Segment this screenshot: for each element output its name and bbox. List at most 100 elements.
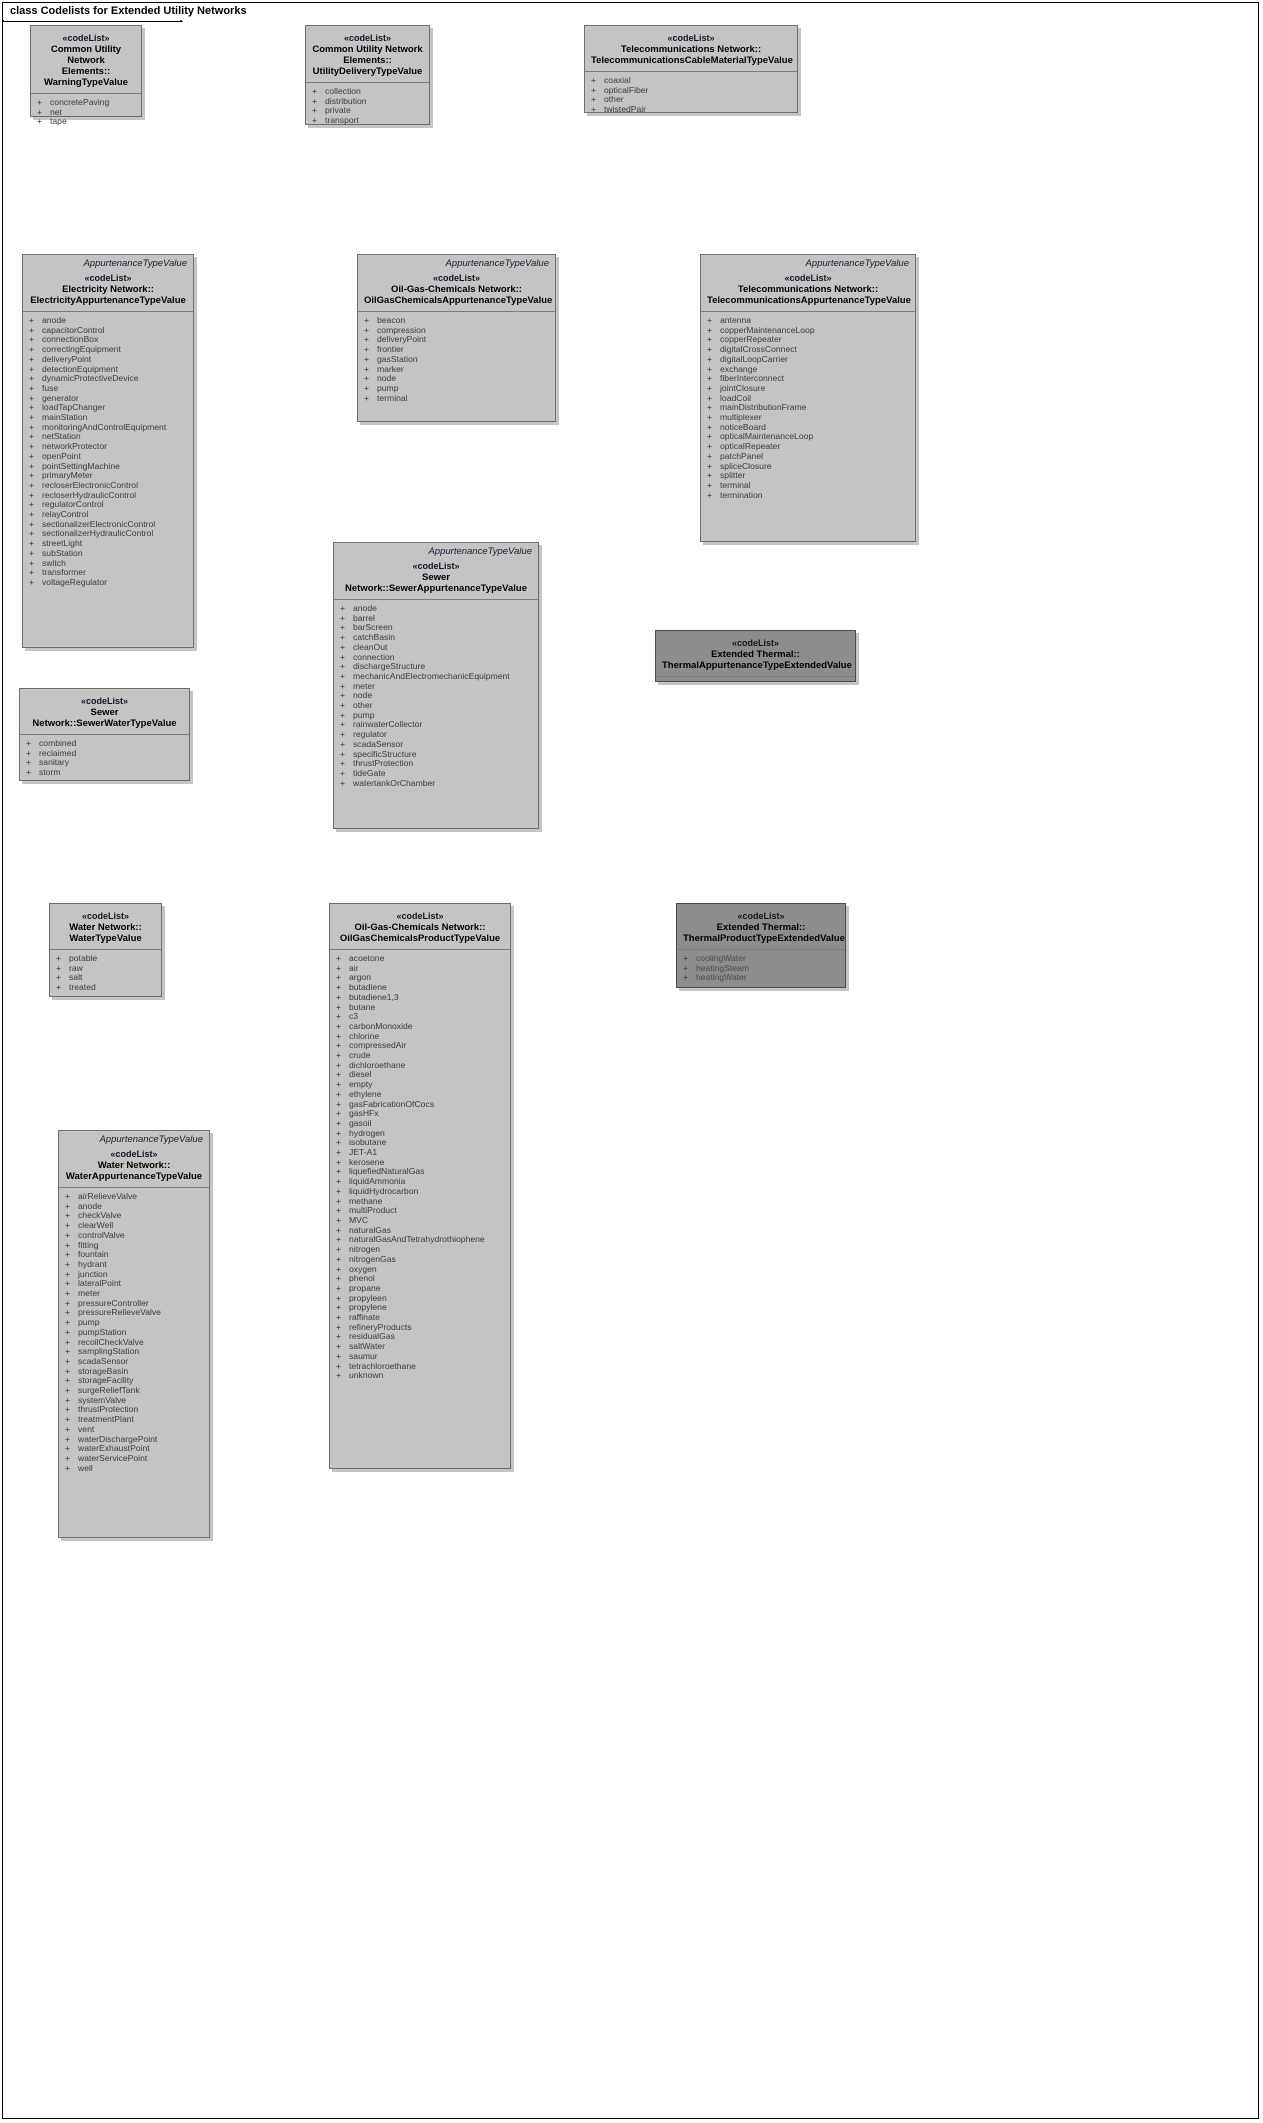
class-box-sewer-water-type-value[interactable]: «codeList» Sewer Network::SewerWaterTypeV… [19,688,190,781]
class-attribute: + twistedPair [591,104,791,115]
class-attribute: + acoetone [336,953,504,964]
diagram-title-text: class Codelists for Extended Utility Net… [10,5,247,17]
class-box-sewer-appurtenance-type-value[interactable]: AppurtenanceTypeValue «codeList» Sewer Net… [333,542,539,829]
attribute-name: unknown [349,1370,384,1381]
attribute-name: twistedPair [604,104,647,115]
class-stereotype: «codeList» [784,273,832,283]
class-box-electricity-appurtenance-type-value[interactable]: AppurtenanceTypeValue «codeList» Electrici… [22,254,194,648]
class-name-line: Extended Thermal:: [716,922,806,933]
class-name-line: TelecommunicationsAppurtenanceTypeValue [707,295,911,306]
class-attribute: + well [65,1462,203,1474]
attribute-name: voltageRegulator [42,576,107,587]
visibility-marker: + [56,982,62,993]
class-header: «codeList» Telecommunications Network:: Te… [585,26,797,71]
class-box-oilgas-appurtenance-type-value[interactable]: AppurtenanceTypeValue «codeList» Oil-Gas-C… [357,254,556,422]
attribute-name: watertankOrChamber [353,777,436,788]
uml-class-diagram: class Codelists for Extended Utility Net… [0,0,1263,2123]
attribute-name: meter [353,680,375,691]
class-header: «codeList» Sewer Network::SewerWaterTypeV… [20,689,189,734]
class-stereotype: «codeList» [412,561,460,571]
class-tag: AppurtenanceTypeValue [83,258,187,269]
class-box-water-type-value[interactable]: «codeList» Water Network:: WaterTypeValue +… [49,903,162,997]
class-name-line: Elements:: [343,55,392,66]
attribute-name: gasHFx [349,1108,379,1119]
attribute-name: treatmentPlant [78,1414,134,1425]
class-name-line: Electricity Network:: [62,284,154,295]
attribute-name: terminal [377,392,408,403]
class-attribute: + termination [707,489,909,501]
attribute-name: well [78,1462,93,1473]
class-attribute: + transport [312,115,423,126]
class-stereotype: «codeList» [432,273,481,283]
attribute-name: butane [349,1001,376,1012]
class-header: «codeList» Extended Thermal:: ThermalAppur… [656,631,855,676]
class-stereotype: «codeList» [62,33,110,43]
class-header: «codeList» Extended Thermal:: ThermalProdu… [677,904,845,949]
class-header: «codeList» Common Utility Network Elements… [31,26,141,93]
class-stereotype: «codeList» [81,911,130,921]
class-attribute-list: + airRelieveValve + anode + checkValve + clearW… [59,1188,209,1479]
attribute-name: mechanicAndElectromechanicEquipment [353,670,510,681]
class-name-line: Oil-Gas-Chemicals Network:: [354,922,486,933]
attribute-name: waterServicePoint [78,1452,148,1463]
class-name-line: ThermalProductTypeExtendedValue [683,933,845,944]
class-attribute-list: + beacon + compression + deliveryPoint + fronti… [358,312,555,409]
class-box-telecom-appurtenance-type-value[interactable]: AppurtenanceTypeValue «codeList» Telecommu… [700,254,916,542]
attribute-name: anode [353,603,377,613]
attribute-name: storm [39,767,61,778]
diagram-title: class Codelists for Extended Utility Net… [3,3,247,20]
class-name-line: Extended Thermal:: [711,649,800,660]
class-name-line: OilGasChemicalsAppurtenanceTypeValue [364,295,553,306]
class-name-line: TelecommunicationsCableMaterialTypeValue [591,55,793,66]
class-attribute: + unknown [336,1371,504,1381]
class-name-line: Telecommunications Network:: [620,44,762,55]
class-attribute: + watertankOrChamber [340,777,532,789]
class-name-line: Elements:: [61,66,111,77]
class-stereotype: «codeList» [396,911,444,921]
class-attribute-list: + anode + barrel + barScreen + catchBasin + clean… [334,600,538,794]
class-box-oilgas-product-type-value[interactable]: «codeList» Oil-Gas-Chemicals Network:: Oil… [329,903,511,1469]
attribute-name: heatingWater [696,972,747,983]
visibility-marker: + [65,1462,71,1473]
attribute-name: transport [325,115,359,126]
attribute-name: sanitary [39,757,70,768]
attribute-name: opticalFiber [604,84,649,95]
class-stereotype: «codeList» [667,33,715,43]
class-header: «codeList» Telecommunications Network:: Te… [701,269,915,311]
class-tag: AppurtenanceTypeValue [428,546,532,557]
visibility-marker: + [336,1370,342,1381]
class-box-warning-type-value[interactable]: «codeList» Common Utility Network Elements… [30,25,142,126]
class-box-thermal-product-type-extended-value[interactable]: «codeList» Extended Thermal:: ThermalProdu… [676,903,846,988]
class-name-line: ThermalAppurtenanceTypeExtendedValue [662,660,852,671]
class-tag: AppurtenanceTypeValue [445,258,549,269]
class-stereotype: «codeList» [110,1149,158,1159]
class-name-line: ElectricityAppurtenanceTypeValue [30,295,186,306]
class-name-line: WarningTypeValue [44,77,128,88]
class-attribute-list: + coaxial + opticalFiber + other + twistedPair [585,72,797,121]
class-name-line: Water Network:: [69,922,142,933]
class-name-line: Water Network:: [97,1160,171,1171]
class-box-telecom-cable-material-type-value[interactable]: «codeList» Telecommunications Network:: Te… [584,25,798,114]
class-attribute-list: + potable + raw + salt + treated [50,950,161,999]
class-box-thermal-appurtenance-type-extended-value[interactable]: «codeList» Extended Thermal:: ThermalAppur… [655,630,856,682]
attribute-name: concretePaving [50,97,110,107]
class-box-water-appurtenance-type-value[interactable]: AppurtenanceTypeValue «codeList» Water Net… [58,1130,210,1538]
class-stereotype: «codeList» [343,33,392,43]
class-stereotype: «codeList» [737,911,785,921]
class-attribute: + butane [336,1001,504,1013]
visibility-marker: + [707,489,713,500]
visibility-marker: + [364,392,370,403]
visibility-marker: + [591,104,597,115]
attribute-name: dichloroethane [349,1059,406,1070]
attribute-name: air [349,962,359,973]
class-attribute: + storm [26,767,183,778]
class-name-line: Sewer Network::SewerAppurtenanceTypeValu… [345,572,527,594]
class-box-utility-delivery-type-value[interactable]: «codeList» Common Utility Network Elements… [305,25,430,125]
class-header: «codeList» Electricity Network:: Electrici… [23,269,193,311]
visibility-marker: + [37,116,43,127]
attribute-name: other [353,700,373,711]
class-header: «codeList» Common Utility Network Elements… [306,26,429,82]
class-tag: AppurtenanceTypeValue [805,258,909,269]
class-attribute-list: + antenna + copperMaintenanceLoop + copperRep… [701,312,915,506]
class-stereotype: «codeList» [80,696,129,706]
